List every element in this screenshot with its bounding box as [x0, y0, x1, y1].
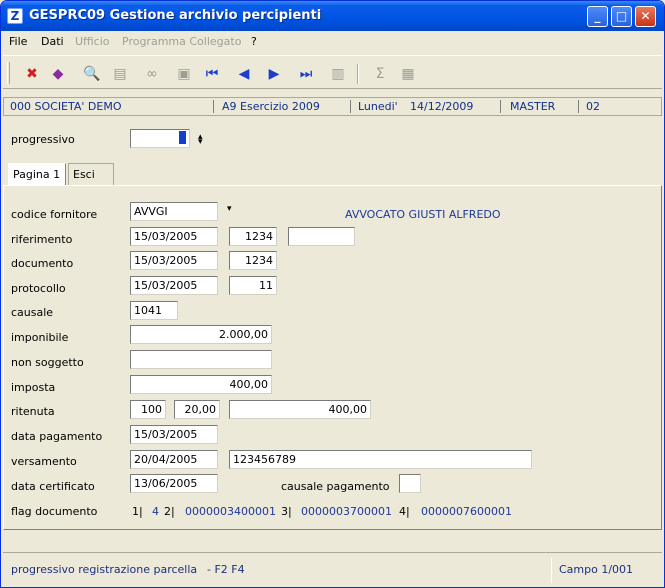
ritenuta-perc1-input[interactable]: 100	[130, 400, 166, 419]
exercise-year: A9 Esercizio 2009	[222, 100, 320, 113]
window-title: GESPRC09 Gestione archivio percipienti	[29, 8, 322, 23]
terminal-id: 02	[586, 100, 600, 113]
search-icon[interactable]: 🔍	[83, 65, 101, 83]
causale-label: causale	[11, 306, 54, 319]
data-certificato-label: data certificato	[11, 480, 95, 493]
ritenuta-label: ritenuta	[11, 405, 55, 418]
chevron-down-icon[interactable]: ▾	[198, 137, 203, 147]
riferimento-number-input[interactable]: 1234	[229, 227, 277, 246]
info-divider	[213, 100, 214, 113]
status-message: progressivo registrazione parcella	[11, 563, 198, 576]
binoculars-icon[interactable]: ∞	[143, 65, 161, 83]
archive-icon[interactable]: ◆	[49, 65, 67, 83]
codice-fornitore-input[interactable]: AVVGI	[130, 202, 218, 221]
imposta-input[interactable]: 400,00	[130, 375, 272, 394]
close-button[interactable]: ✕	[635, 6, 656, 27]
toolbar: ✖ ◆ 🔍 ▤ ∞ ▣ ⏮ ◀ ▶ ⏭ ▥ Σ ▦	[3, 55, 662, 89]
riferimento-date-input[interactable]: 15/03/2005	[130, 227, 218, 246]
protocollo-label: protocollo	[11, 282, 66, 295]
data-pagamento-input[interactable]: 15/03/2005	[130, 425, 218, 444]
flag-1-label: 1|	[132, 505, 143, 518]
company-name: 000 SOCIETA' DEMO	[10, 100, 122, 113]
info-divider	[350, 100, 351, 113]
menu-programma-collegato[interactable]: Programma Collegato	[122, 35, 241, 48]
exit-icon[interactable]: ✖	[23, 65, 41, 83]
menu-bar: File Dati Ufficio Programma Collegato ?	[1, 31, 664, 53]
calculator-icon[interactable]: ▦	[399, 65, 417, 83]
app-icon: Z	[7, 8, 23, 24]
weekday: Lunedi'	[358, 100, 398, 113]
imponibile-input[interactable]: 2.000,00	[130, 325, 272, 344]
data-certificato-input[interactable]: 13/06/2005	[130, 474, 218, 493]
current-date: 14/12/2009	[410, 100, 474, 113]
menu-ufficio[interactable]: Ufficio	[75, 35, 110, 48]
chevron-down-icon[interactable]: ▾	[227, 204, 232, 214]
causale-pagamento-input[interactable]	[399, 474, 421, 493]
tab-label: Esci	[73, 168, 95, 181]
next-record-icon[interactable]: ▶	[265, 65, 283, 83]
imposta-label: imposta	[11, 381, 56, 394]
protocollo-date-input[interactable]: 15/03/2005	[130, 276, 218, 295]
status-bar: progressivo registrazione parcella - F2 …	[3, 552, 662, 587]
menu-dati[interactable]: Dati	[41, 35, 64, 48]
ritenuta-perc2-input[interactable]: 20,00	[174, 400, 220, 419]
protocollo-number-input[interactable]: 11	[229, 276, 277, 295]
sum-icon[interactable]: Σ	[371, 65, 389, 83]
flag-documento-label: flag documento	[11, 505, 98, 518]
info-divider	[578, 100, 579, 113]
flag-4-label: 4|	[399, 505, 410, 518]
minimize-button[interactable]: _	[587, 6, 608, 27]
maximize-button[interactable]: □	[611, 6, 632, 27]
flag-4-value[interactable]: 0000007600001	[421, 505, 512, 518]
fornitore-description: AVVOCATO GIUSTI ALFREDO	[345, 208, 501, 221]
riferimento-extra-input[interactable]	[288, 227, 355, 246]
info-divider	[500, 100, 501, 113]
toolbar-grip[interactable]	[7, 62, 10, 84]
toolbar-separator	[357, 64, 359, 84]
flag-2-value[interactable]: 0000003400001	[185, 505, 276, 518]
user-name: MASTER	[510, 100, 556, 113]
riferimento-label: riferimento	[11, 233, 73, 246]
flag-3-label: 3|	[281, 505, 292, 518]
previous-record-icon[interactable]: ◀	[235, 65, 253, 83]
imponibile-label: imponibile	[11, 331, 69, 344]
title-bar[interactable]: Z GESPRC09 Gestione archivio percipienti…	[1, 1, 664, 31]
info-bar: 000 SOCIETA' DEMO A9 Esercizio 2009 Lune…	[3, 97, 662, 116]
text-cursor	[179, 131, 186, 144]
menu-file[interactable]: File	[9, 35, 27, 48]
tab-esci[interactable]: Esci	[68, 163, 114, 185]
causale-pagamento-label: causale pagamento	[281, 480, 390, 493]
documento-number-input[interactable]: 1234	[229, 251, 277, 270]
delete-icon[interactable]: ▣	[175, 65, 193, 83]
flag-1-value[interactable]: 4	[152, 505, 159, 518]
versamento-date-input[interactable]: 20/04/2005	[130, 450, 218, 469]
flag-2-label: 2|	[164, 505, 175, 518]
causale-input[interactable]: 1041	[130, 301, 178, 320]
progressivo-input[interactable]	[130, 129, 190, 148]
progressivo-label: progressivo	[11, 133, 75, 146]
last-record-icon[interactable]: ⏭	[297, 65, 315, 83]
versamento-code-input[interactable]: 123456789	[229, 450, 532, 469]
field-counter: Campo 1/001	[559, 563, 634, 576]
flag-3-value[interactable]: 0000003700001	[301, 505, 392, 518]
document-icon[interactable]: ▥	[329, 65, 347, 83]
tab-label: Pagina 1	[13, 168, 61, 181]
status-divider	[551, 558, 552, 583]
non-soggetto-label: non soggetto	[11, 356, 84, 369]
first-record-icon[interactable]: ⏮	[203, 65, 221, 83]
versamento-label: versamento	[11, 455, 77, 468]
documento-label: documento	[11, 257, 74, 270]
print-icon[interactable]: ▤	[111, 65, 129, 83]
codice-fornitore-label: codice fornitore	[11, 208, 98, 221]
main-window: Z GESPRC09 Gestione archivio percipienti…	[0, 0, 665, 588]
ritenuta-amount-input[interactable]: 400,00	[229, 400, 371, 419]
documento-date-input[interactable]: 15/03/2005	[130, 251, 218, 270]
non-soggetto-input[interactable]	[130, 350, 272, 369]
tab-pagina-1[interactable]: Pagina 1	[8, 163, 66, 186]
status-keys: - F2 F4	[207, 563, 245, 576]
menu-help[interactable]: ?	[251, 35, 257, 48]
data-pagamento-label: data pagamento	[11, 430, 103, 443]
